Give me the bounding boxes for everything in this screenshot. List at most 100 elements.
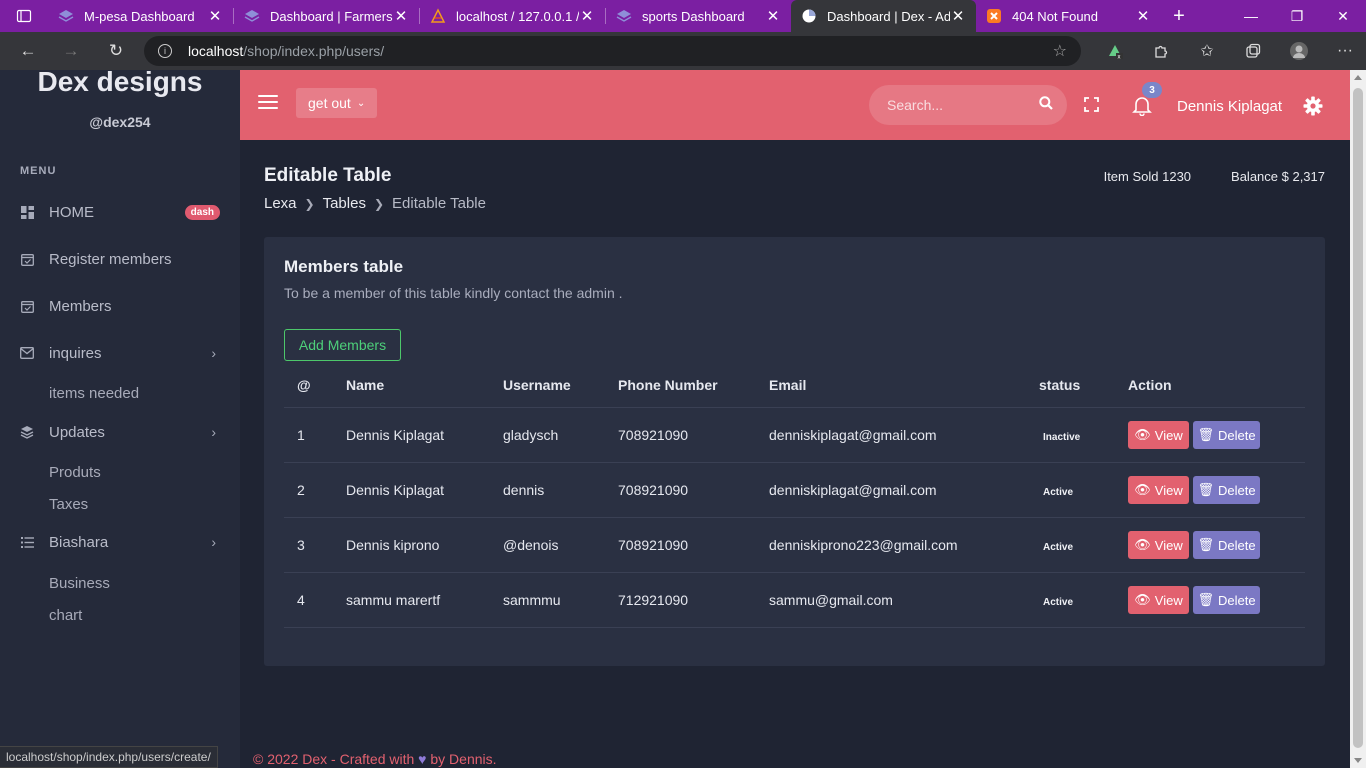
sidebar-item-biashara[interactable]: Biashara › — [20, 530, 220, 554]
row-phone: 712921090 — [618, 592, 689, 608]
sidebar-subitem-taxes[interactable]: Taxes — [49, 496, 88, 513]
tab-title: 404 Not Found — [1012, 8, 1099, 24]
delete-button[interactable]: 🗑 Delete — [1193, 586, 1260, 614]
more-options-icon[interactable]: ··· — [1322, 42, 1366, 60]
row-username: gladysch — [503, 427, 559, 443]
browser-tab[interactable]: M-pesa Dashboard ✕ — [48, 0, 233, 32]
extension-x-icon[interactable]: x — [1092, 42, 1138, 60]
calendar-check-icon — [20, 299, 34, 313]
close-icon[interactable]: ✕ — [207, 7, 223, 25]
get-out-dropdown[interactable]: get out ⌄ — [296, 88, 378, 118]
card-subtitle: To be a member of this table kindly cont… — [284, 285, 623, 301]
scrollbar-thumb[interactable] — [1353, 88, 1363, 748]
browser-tab[interactable]: sports Dashboard ✕ — [606, 0, 791, 32]
fullscreen-icon[interactable] — [1084, 97, 1099, 112]
breadcrumb-item[interactable]: Tables — [323, 195, 366, 212]
delete-button[interactable]: 🗑 Delete — [1193, 531, 1260, 559]
status-badge: Active — [1043, 597, 1074, 608]
close-icon[interactable]: ✕ — [393, 7, 409, 25]
close-icon[interactable]: ✕ — [579, 7, 595, 25]
sidebar-subitem-produts[interactable]: Produts — [49, 464, 101, 481]
xampp-icon — [986, 8, 1002, 24]
view-button[interactable]: 👁 View — [1128, 421, 1189, 449]
footer-suffix: by Dennis. — [430, 751, 497, 767]
delete-label: Delete — [1217, 592, 1256, 608]
status-badge: Active — [1043, 542, 1074, 553]
sidebar-subitem-chart[interactable]: chart — [49, 607, 82, 624]
sidebar: Dex designs @dex254 MENU HOME dash Regis… — [0, 68, 240, 768]
forward-icon[interactable]: → — [51, 32, 91, 70]
row-email: sammu@gmail.com — [769, 592, 893, 608]
browser-tab[interactable]: 404 Not Found ✕ — [976, 0, 1161, 32]
tab-title: M-pesa Dashboard — [84, 8, 195, 24]
row-phone: 708921090 — [618, 427, 689, 443]
brand-name[interactable]: Dex designs — [0, 68, 240, 96]
browser-tab-active[interactable]: Dashboard | Dex - Adr ✕ — [791, 0, 976, 32]
refresh-icon[interactable]: ↻ — [96, 32, 136, 70]
sidebar-item-home[interactable]: HOME dash — [20, 200, 220, 224]
hamburger-menu-icon[interactable] — [258, 95, 278, 109]
row-name: Dennis Kiplagat — [346, 482, 445, 498]
heart-icon: ♥ — [418, 751, 427, 767]
members-card: Members table To be a member of this tab… — [264, 237, 1325, 666]
browser-tab[interactable]: Dashboard | Farmers c ✕ — [234, 0, 419, 32]
gear-icon[interactable] — [1303, 96, 1323, 116]
row-email: denniskiplagat@gmail.com — [769, 482, 937, 498]
breadcrumb-item[interactable]: Lexa — [264, 195, 297, 212]
sidebar-item-register-members[interactable]: Register members — [20, 247, 220, 271]
delete-button[interactable]: 🗑 Delete — [1193, 476, 1260, 504]
tab-actions-icon[interactable] — [0, 0, 48, 32]
close-icon[interactable]: ✕ — [1135, 7, 1151, 25]
row-email: denniskiprono223@gmail.com — [769, 537, 958, 553]
favorites-icon[interactable]: ✩ — [1184, 41, 1230, 61]
view-button[interactable]: 👁 View — [1128, 531, 1189, 559]
profile-avatar-icon[interactable] — [1276, 41, 1322, 61]
info-icon[interactable]: i — [158, 44, 172, 58]
row-id: 2 — [297, 482, 305, 498]
trash-icon: 🗑 — [1197, 482, 1214, 497]
scroll-up-icon[interactable] — [1354, 75, 1362, 80]
delete-button[interactable]: 🗑 Delete — [1193, 421, 1260, 449]
scrollbar[interactable] — [1350, 70, 1366, 768]
calendar-check-icon — [20, 252, 34, 266]
row-id: 3 — [297, 537, 305, 553]
browser-tab[interactable]: localhost / 127.0.0.1 / l ✕ — [420, 0, 605, 32]
table-row: 3 Dennis kiprono @denois 708921090 denni… — [284, 518, 1305, 573]
close-icon[interactable]: ✕ — [765, 7, 781, 25]
sidebar-item-inquires[interactable]: inquires › — [20, 341, 220, 365]
trash-icon: 🗑 — [1197, 537, 1214, 552]
search-icon[interactable] — [1039, 95, 1053, 115]
collections-icon[interactable] — [1230, 43, 1276, 59]
new-tab-icon[interactable]: + — [1161, 0, 1197, 32]
row-username: dennis — [503, 482, 545, 498]
status-badge: Active — [1043, 487, 1074, 498]
favorite-star-icon[interactable]: ☆ — [1053, 41, 1067, 61]
view-button[interactable]: 👁 View — [1128, 476, 1189, 504]
user-name[interactable]: Dennis Kiplagat — [1177, 98, 1282, 115]
view-button[interactable]: 👁 View — [1128, 586, 1189, 614]
restore-icon[interactable]: ❐ — [1274, 0, 1320, 32]
view-label: View — [1154, 592, 1183, 608]
back-icon[interactable]: ← — [8, 32, 48, 70]
balance-stat: Balance $ 2,317 — [1231, 169, 1325, 184]
search-input[interactable] — [887, 97, 1027, 113]
sidebar-subitem-business[interactable]: Business — [49, 575, 110, 592]
status-bar-url: localhost/shop/index.php/users/create/ — [0, 746, 218, 768]
address-bar[interactable]: i localhost/shop/index.php/users/ ☆ — [144, 36, 1081, 66]
close-icon[interactable]: ✕ — [950, 7, 966, 25]
chevron-right-icon: ❯ — [373, 196, 385, 211]
browser-toolbar: ← → ↻ i localhost/shop/index.php/users/ … — [0, 32, 1366, 70]
scroll-down-icon[interactable] — [1354, 758, 1362, 763]
add-members-button[interactable]: Add Members — [284, 329, 401, 361]
browser-extensions: x ✩ ··· — [1092, 32, 1366, 70]
minimize-icon[interactable]: — — [1228, 0, 1274, 32]
close-window-icon[interactable]: ✕ — [1320, 0, 1366, 32]
header-stats: Item Sold 1230 Balance $ 2,317 — [1104, 169, 1325, 184]
sidebar-item-members[interactable]: Members — [20, 294, 220, 318]
sidebar-item-label: Register members — [49, 250, 172, 268]
extensions-puzzle-icon[interactable] — [1138, 43, 1184, 59]
chevron-right-icon: › — [211, 424, 216, 440]
sidebar-item-updates[interactable]: Updates › — [20, 420, 220, 444]
pie-icon — [801, 8, 817, 24]
sidebar-subitem-items-needed[interactable]: items needed — [49, 385, 139, 402]
